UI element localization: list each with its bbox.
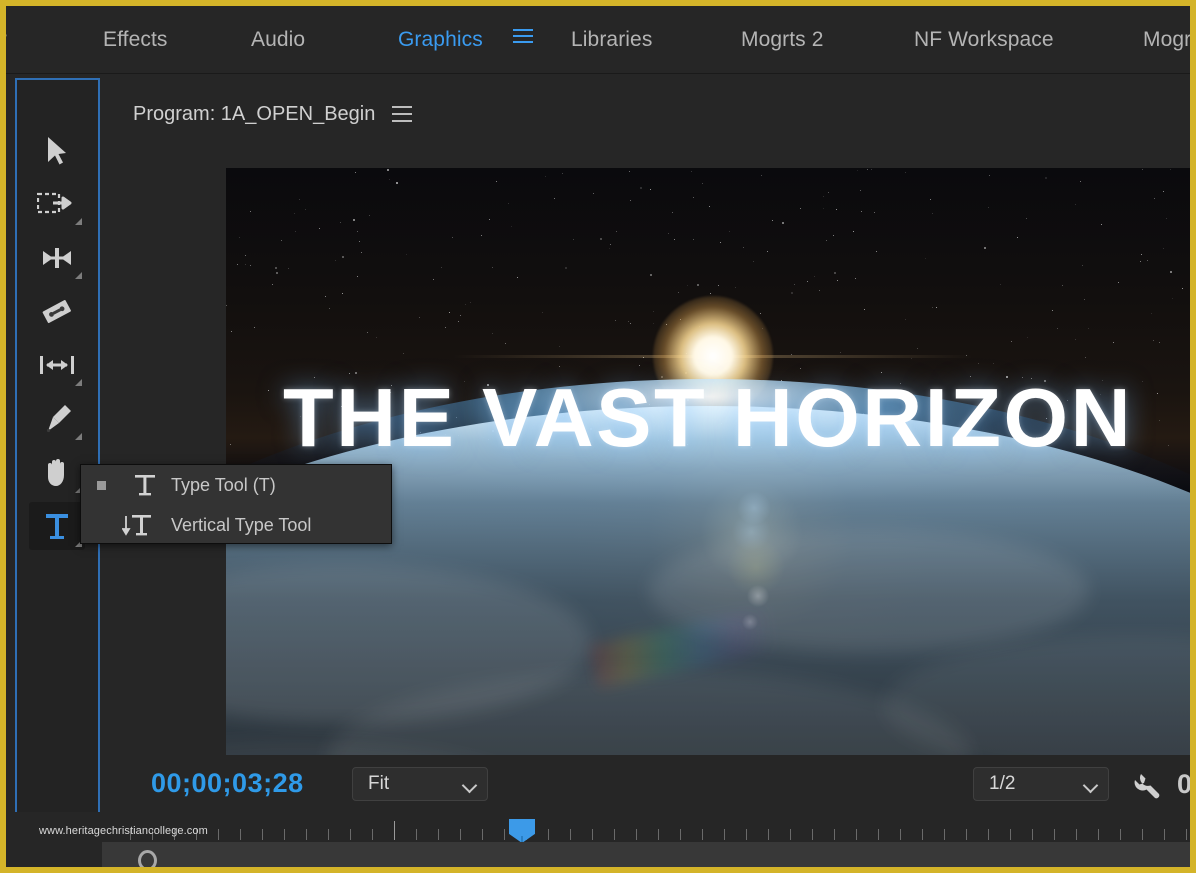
chevron-down-icon <box>464 780 477 788</box>
panel-menu-icon[interactable] <box>392 106 413 122</box>
menu-item-label: Type Tool (T) <box>171 474 276 495</box>
program-monitor-preview[interactable]: THE VAST HORIZON <box>226 168 1190 755</box>
slip-icon <box>40 356 74 374</box>
timeline-ruler[interactable] <box>102 812 1190 842</box>
selection-tool[interactable] <box>29 127 85 175</box>
tab-graphics[interactable]: Graphics <box>398 6 483 74</box>
checked-indicator-icon <box>97 481 106 490</box>
playback-resolution-value: 1/2 <box>989 773 1016 794</box>
flyout-indicator <box>75 218 82 225</box>
hand-icon <box>48 459 64 486</box>
razor-tool[interactable] <box>29 288 85 336</box>
tab-mogrts[interactable]: Mogr <box>1143 6 1190 74</box>
type-T-icon <box>46 514 68 539</box>
playback-resolution-select[interactable]: 1/2 <box>973 767 1109 801</box>
zoom-level-select[interactable]: Fit <box>352 767 488 801</box>
arrow-cursor-icon <box>48 137 66 165</box>
monitor-timeline[interactable] <box>102 812 1190 867</box>
ripple-edit-tool[interactable] <box>29 234 85 282</box>
tab-color[interactable]: or <box>6 6 7 74</box>
menu-item-type-tool[interactable]: Type Tool (T) <box>81 465 393 505</box>
menu-item-label: Vertical Type Tool <box>171 514 312 535</box>
circle-marker-icon[interactable] <box>138 850 157 867</box>
tab-label: Graphics <box>398 28 483 51</box>
tab-label: Mogr <box>1143 28 1190 51</box>
timeline-left-gutter <box>6 812 102 867</box>
hand-tool[interactable] <box>29 448 85 496</box>
wrench-icon <box>1134 774 1160 799</box>
video-title-overlay: THE VAST HORIZON <box>226 168 1190 755</box>
timeline-track-strip[interactable] <box>102 842 1190 867</box>
tab-label: NF Workspace <box>914 28 1054 51</box>
tab-label: Mogrts 2 <box>741 28 824 51</box>
track-select-forward-icon <box>37 192 72 214</box>
pen-icon <box>46 405 71 433</box>
right-timecode[interactable]: 0 <box>1177 769 1190 800</box>
track-select-forward-tool[interactable] <box>29 180 85 228</box>
menu-item-vertical-type-tool[interactable]: Vertical Type Tool <box>81 505 393 545</box>
chevron-down-icon <box>1085 780 1098 788</box>
flyout-indicator <box>75 272 82 279</box>
tab-effects[interactable]: Effects <box>103 6 168 74</box>
tab-audio[interactable]: Audio <box>251 6 305 74</box>
tab-mogrts-2[interactable]: Mogrts 2 <box>741 6 824 74</box>
workspace-tab-bar: or Effects Audio Graphics Libraries Mogr… <box>6 6 1190 74</box>
vertical-type-T-icon <box>117 505 157 545</box>
premiere-pro-window: or Effects Audio Graphics Libraries Mogr… <box>6 6 1190 867</box>
tab-label: Libraries <box>571 28 653 51</box>
razor-icon <box>42 300 71 324</box>
page-title: Program: 1A_OPEN_Begin <box>133 102 376 125</box>
hamburger-menu-icon[interactable] <box>513 27 533 45</box>
tab-nf-workspace[interactable]: NF Workspace <box>914 6 1054 74</box>
tab-label: or <box>6 28 7 52</box>
settings-wrench-button[interactable] <box>1132 772 1164 807</box>
tab-label: Effects <box>103 28 168 51</box>
ripple-edit-icon <box>43 248 71 268</box>
type-tool-flyout-menu[interactable]: Type Tool (T) Vertical Type Tool <box>80 464 392 544</box>
flyout-indicator <box>75 433 82 440</box>
current-timecode[interactable]: 00;00;03;28 <box>151 768 304 799</box>
slip-tool[interactable] <box>29 341 85 389</box>
watermark-text: www.heritagechristiancollege.com <box>39 825 208 837</box>
tab-libraries[interactable]: Libraries <box>571 6 652 74</box>
type-T-icon <box>125 465 165 505</box>
type-tool[interactable] <box>29 502 85 550</box>
zoom-level-value: Fit <box>368 773 390 794</box>
flyout-indicator <box>75 379 82 386</box>
pen-tool[interactable] <box>29 395 85 443</box>
program-monitor-header: Program: 1A_OPEN_Begin <box>102 78 1190 150</box>
video-title-text: THE VAST HORIZON <box>282 370 1134 464</box>
tab-label: Audio <box>251 28 306 51</box>
monitor-control-bar: 00;00;03;28 Fit 1/2 0 <box>102 758 1190 810</box>
